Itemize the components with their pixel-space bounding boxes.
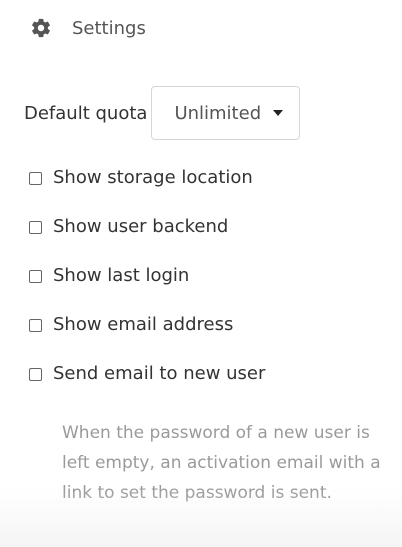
show-last-login-checkbox[interactable] bbox=[29, 269, 42, 283]
option-label[interactable]: Show user backend bbox=[53, 216, 228, 237]
caret-down-icon bbox=[273, 110, 284, 116]
option-send-email-to-new-user[interactable]: Send email to new user bbox=[29, 349, 265, 398]
settings-header[interactable]: Settings bbox=[30, 14, 146, 42]
option-label[interactable]: Show email address bbox=[53, 314, 233, 335]
send-email-to-new-user-checkbox[interactable] bbox=[29, 367, 42, 381]
option-show-email-address[interactable]: Show email address bbox=[29, 300, 265, 349]
default-quota-value: Unlimited bbox=[174, 102, 262, 124]
default-quota-row: Default quota Unlimited bbox=[24, 85, 301, 141]
option-show-user-backend[interactable]: Show user backend bbox=[29, 202, 265, 251]
show-email-address-checkbox[interactable] bbox=[29, 318, 42, 332]
show-storage-location-checkbox[interactable] bbox=[29, 171, 42, 185]
option-label[interactable]: Show storage location bbox=[53, 167, 253, 188]
default-quota-select[interactable]: Unlimited bbox=[151, 86, 301, 140]
settings-title: Settings bbox=[72, 17, 146, 39]
gear-icon bbox=[30, 17, 52, 39]
show-user-backend-checkbox[interactable] bbox=[29, 220, 42, 234]
option-show-storage-location[interactable]: Show storage location bbox=[29, 153, 265, 202]
send-email-hint: When the password of a new user is left … bbox=[62, 423, 381, 503]
display-options: Show storage location Show user backend … bbox=[29, 153, 265, 398]
option-show-last-login[interactable]: Show last login bbox=[29, 251, 265, 300]
option-label[interactable]: Show last login bbox=[53, 265, 189, 286]
default-quota-label: Default quota bbox=[24, 102, 148, 124]
settings-panel: Settings Default quota Unlimited Show st… bbox=[0, 0, 402, 547]
option-label[interactable]: Send email to new user bbox=[53, 363, 265, 384]
